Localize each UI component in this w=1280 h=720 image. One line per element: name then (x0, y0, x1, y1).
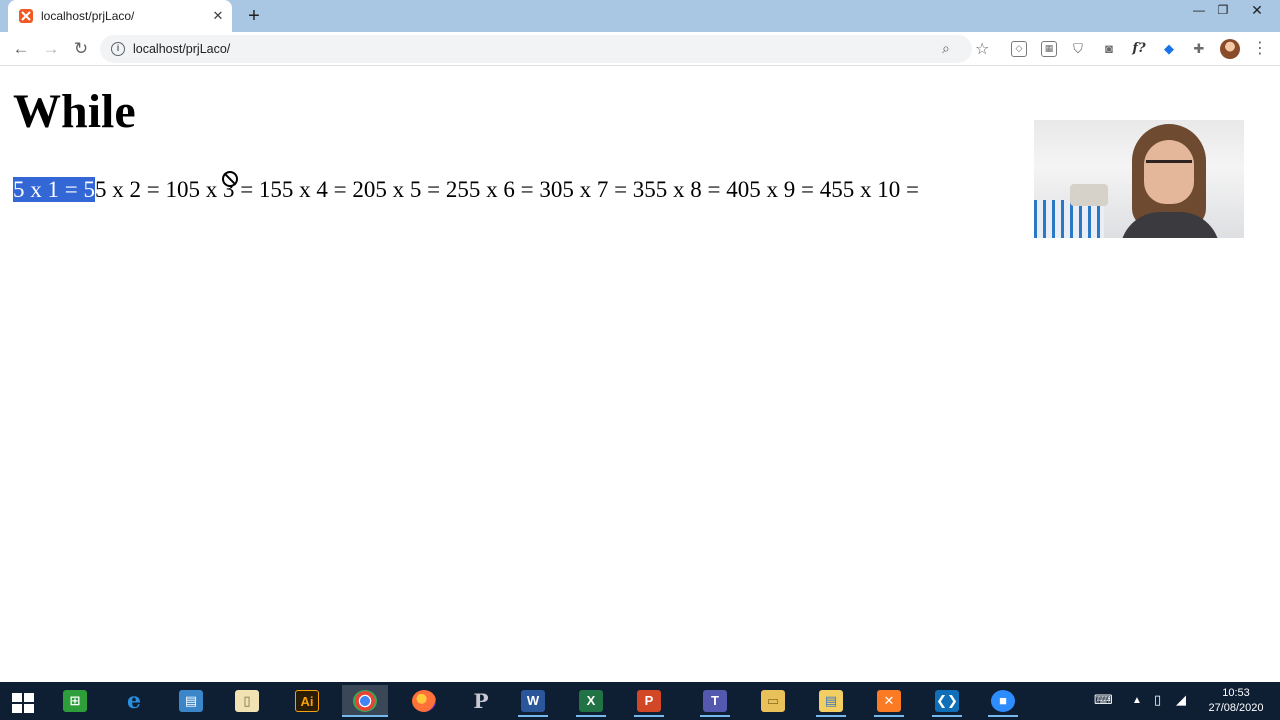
taskbar-xampp[interactable]: ✕ (866, 685, 912, 717)
not-allowed-cursor-icon (222, 171, 238, 187)
vscode-icon: ❮❯ (935, 690, 959, 712)
tab-active[interactable]: localhost/prjLaco/ ✕ (8, 0, 232, 32)
tab-close-icon[interactable]: ✕ (210, 8, 226, 24)
taskbar-explorer[interactable]: ▤ (808, 685, 854, 717)
taskbar-p-app[interactable]: P (458, 685, 504, 717)
firefox-icon (412, 690, 436, 712)
webcam-overlay (1034, 120, 1244, 238)
extensions-puzzle-icon[interactable]: ✚ (1191, 41, 1207, 57)
xampp-icon: ✕ (877, 690, 901, 712)
excel-icon: X (579, 690, 603, 712)
taskbar-chrome[interactable] (342, 685, 388, 717)
selected-text: 5 x 1 = 5 (13, 177, 95, 202)
browser-menu-icon[interactable]: ⋮ (1252, 37, 1268, 61)
word-icon: W (521, 690, 545, 712)
bookmark-star-icon[interactable]: ☆ (975, 39, 989, 59)
keyboard-icon[interactable]: ⌨ (1094, 692, 1113, 708)
new-tab-button[interactable]: + (244, 6, 264, 26)
restore-button[interactable]: ❐ (1208, 0, 1238, 20)
extension-formula-icon[interactable]: f? (1131, 41, 1147, 57)
zoom-icon[interactable]: ⌕ (942, 40, 950, 57)
explorer-icon: ▤ (819, 690, 843, 712)
taskbar-store[interactable]: ⊞ (52, 685, 98, 717)
store-icon: ⊞ (63, 690, 87, 712)
folder-icon: ▭ (761, 690, 785, 712)
url-text[interactable]: localhost/prjLaco/ (133, 42, 230, 56)
network-icon[interactable]: ◢ (1176, 692, 1186, 708)
extension-diamond-icon[interactable]: ◆ (1161, 41, 1177, 57)
windows-logo-icon (12, 693, 34, 713)
extension-shield-icon[interactable]: ⛉ (1070, 41, 1086, 57)
windows-taskbar: ⊞ e ▤ ▯ Ai P W X P T ▭ ▤ ✕ ❮❯ ■ ⌨ ▲ ▯ ◢ … (0, 682, 1280, 720)
tray-chevron-icon[interactable]: ▲ (1132, 695, 1142, 706)
taskbar-zoom[interactable]: ■ (980, 685, 1026, 717)
close-window-button[interactable]: ✕ (1242, 0, 1272, 20)
illustrator-icon: Ai (295, 690, 319, 712)
taskbar-excel[interactable]: X (568, 685, 614, 717)
tab-strip: localhost/prjLaco/ ✕ + — ❐ ✕ (0, 0, 1280, 32)
battery-icon[interactable]: ▯ (1154, 692, 1161, 708)
address-bar[interactable]: i localhost/prjLaco/ ⌕ ☆ (100, 35, 989, 63)
taskbar-file[interactable]: ▯ (224, 685, 270, 717)
xampp-favicon-icon (19, 9, 33, 23)
powerpoint-icon: P (637, 690, 661, 712)
taskbar-firefox[interactable] (401, 685, 447, 717)
file-icon: ▯ (235, 690, 259, 712)
taskbar-control-panel[interactable]: ▤ (168, 685, 214, 717)
taskbar-teams[interactable]: T (692, 685, 738, 717)
taskbar-vscode[interactable]: ❮❯ (924, 685, 970, 717)
page-heading: While (13, 85, 136, 138)
system-clock[interactable]: 10:53 27/08/2020 (1196, 686, 1276, 716)
taskbar-folder[interactable]: ▭ (750, 685, 796, 717)
p-icon: P (473, 689, 489, 713)
webcam-background-object (1070, 184, 1108, 206)
page-content: While 5 x 1 = 55 x 2 = 105 x 3 = 155 x 4… (0, 67, 1280, 682)
profile-avatar[interactable] (1220, 39, 1240, 59)
control-panel-icon: ▤ (179, 690, 203, 712)
teams-icon: T (703, 690, 727, 712)
taskbar-illustrator[interactable]: Ai (284, 685, 330, 717)
chrome-icon (353, 690, 377, 712)
forward-button[interactable]: → (39, 37, 63, 61)
webcam-person-glasses (1146, 160, 1192, 172)
taskbar-ie[interactable]: e (111, 685, 157, 717)
clock-date: 27/08/2020 (1208, 702, 1264, 714)
extension-cube-icon[interactable]: ◇ (1011, 41, 1027, 57)
taskbar-word[interactable]: W (510, 685, 556, 717)
loop-output: 5 x 1 = 55 x 2 = 105 x 3 = 155 x 4 = 205… (13, 175, 919, 205)
extension-camera-icon[interactable]: ◙ (1101, 41, 1117, 57)
zoom-icon: ■ (991, 690, 1015, 712)
ie-icon: e (127, 688, 141, 714)
reload-button[interactable]: ↻ (69, 37, 93, 61)
start-button[interactable] (0, 685, 46, 717)
tab-title: localhost/prjLaco/ (41, 9, 135, 23)
output-text: 5 x 2 = 105 x 3 = 155 x 4 = 205 x 5 = 25… (94, 177, 919, 202)
webcam-person-face (1144, 140, 1194, 204)
clock-time: 10:53 (1222, 687, 1250, 699)
site-info-icon[interactable]: i (111, 42, 125, 56)
taskbar-powerpoint[interactable]: P (626, 685, 672, 717)
extension-grid-icon[interactable]: ▦ (1041, 41, 1057, 57)
browser-toolbar: ← → ↻ i localhost/prjLaco/ ⌕ ☆ ◇ ▦ ⛉ ◙ f… (0, 32, 1280, 66)
back-button[interactable]: ← (9, 37, 33, 61)
